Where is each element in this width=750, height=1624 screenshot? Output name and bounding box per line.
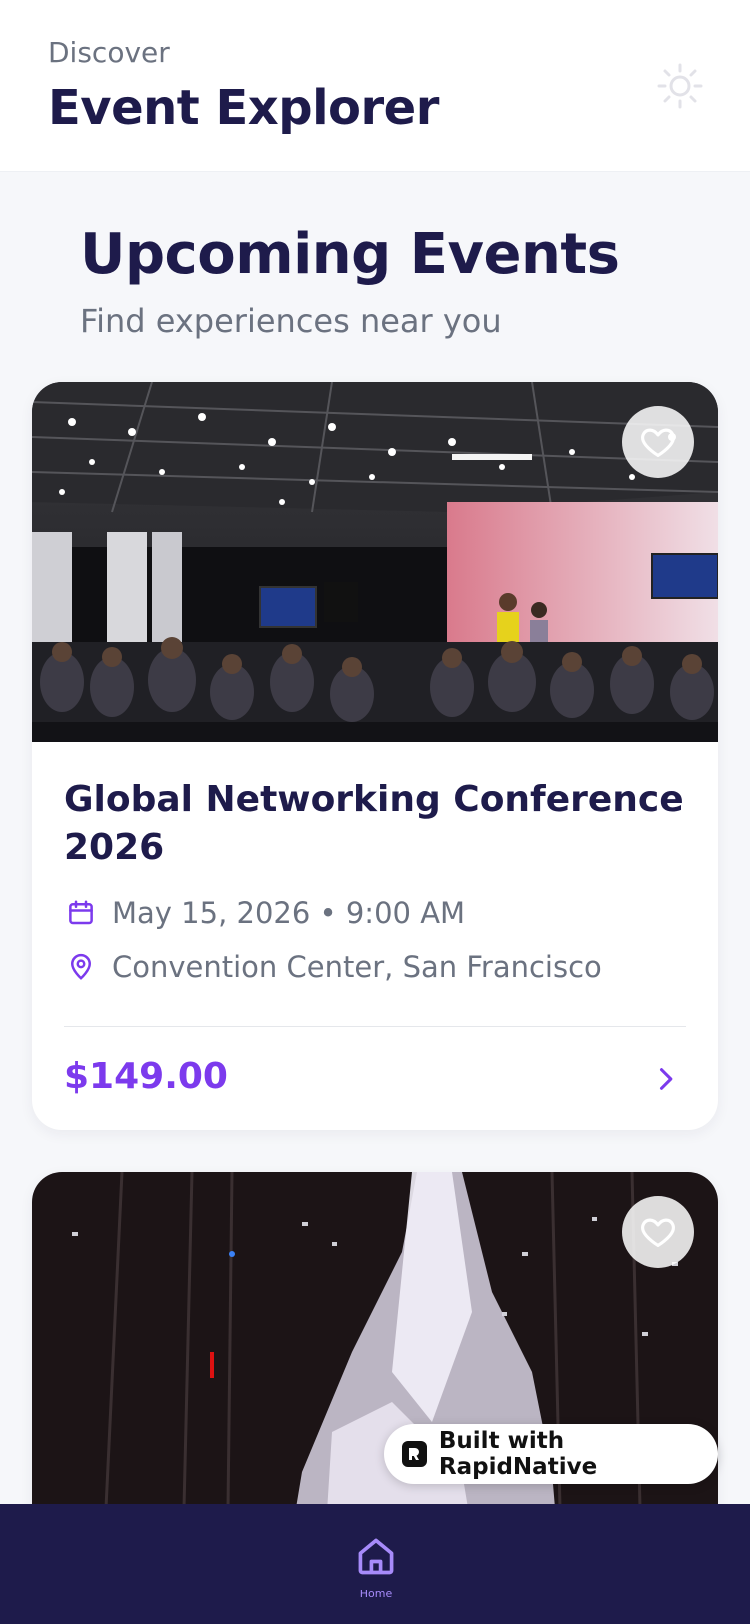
rapidnative-logo-icon [402, 1441, 427, 1467]
badge-label: Built with RapidNative [438, 1428, 598, 1480]
bottom-tab-bar: Home [0, 1504, 750, 1624]
tab-home-label[interactable]: Home [330, 1590, 422, 1600]
event-date-row: May 15, 2026 • 9:00 AM [64, 896, 465, 930]
event-price: $149.00 [64, 1056, 228, 1097]
event-card[interactable]: Global Networking Conference 2026 May 15… [32, 382, 718, 1130]
location-pin-icon [64, 950, 98, 984]
section-title: Upcoming Events [80, 222, 620, 287]
event-location-row: Convention Center, San Francisco [64, 950, 602, 984]
event-location: Convention Center, San Francisco [112, 950, 602, 984]
heart-icon [641, 428, 675, 458]
event-title: Global Networking Conference 2026 [64, 779, 684, 868]
calendar-icon [64, 896, 98, 930]
chevron-right-icon[interactable] [648, 1062, 682, 1096]
heart-icon [641, 1218, 675, 1248]
section-subtitle: Find experiences near you [80, 302, 502, 340]
built-with-badge[interactable]: Built with RapidNative [384, 1424, 718, 1484]
app-header: Discover Event Explorer [0, 0, 750, 172]
divider [64, 1026, 686, 1027]
sun-icon[interactable] [654, 60, 706, 112]
event-photo [32, 382, 718, 742]
event-date: May 15, 2026 • 9:00 AM [112, 896, 466, 930]
favorite-button[interactable] [622, 406, 694, 478]
home-icon[interactable] [352, 1532, 400, 1580]
favorite-button[interactable] [622, 1196, 694, 1268]
header-eyebrow: Discover [48, 36, 170, 69]
page-title: Event Explorer [48, 80, 439, 136]
